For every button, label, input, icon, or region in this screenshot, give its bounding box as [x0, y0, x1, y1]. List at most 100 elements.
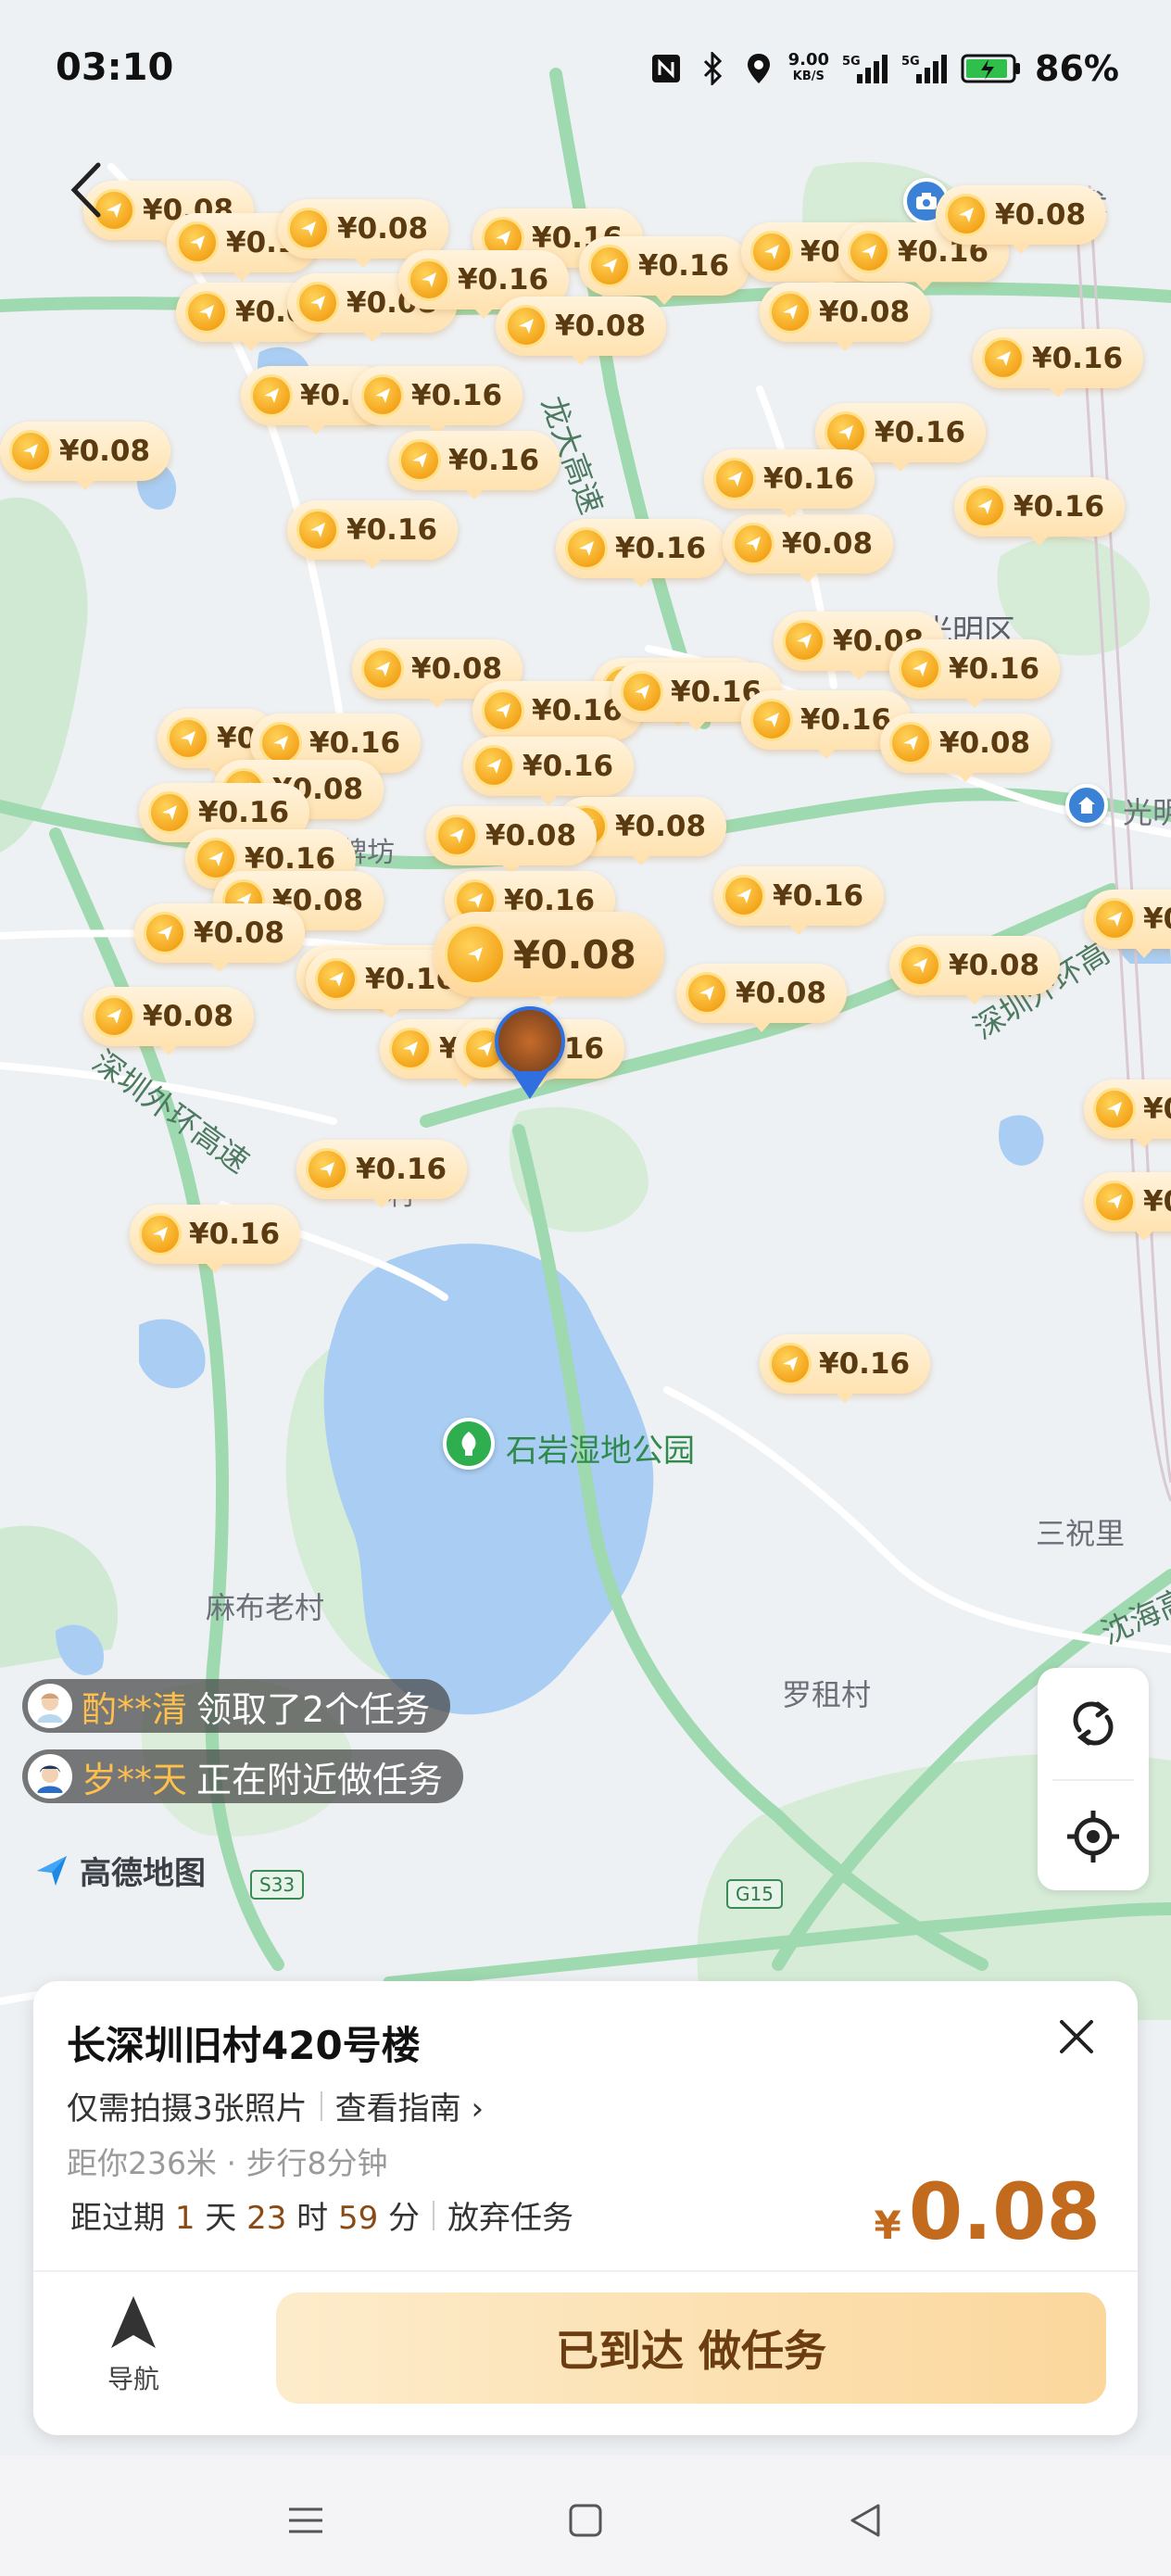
task-price-bubble[interactable]: ¥0.16: [760, 1334, 931, 1403]
signal2-label: 5G: [901, 55, 920, 69]
coin-icon: [315, 958, 358, 1001]
map-label-guangming: 光明: [1123, 795, 1171, 830]
refresh-button[interactable]: [1038, 1668, 1149, 1779]
coin-icon: [259, 722, 302, 764]
task-price-bubble[interactable]: ¥0.08: [723, 514, 894, 583]
menu-icon: [289, 2507, 322, 2533]
menu-button[interactable]: [278, 2493, 334, 2548]
coin-icon: [621, 671, 663, 713]
task-price-bubble[interactable]: ¥0.08: [426, 806, 598, 875]
task-price-bubble[interactable]: ¥0.16: [579, 236, 750, 305]
expiry-minutes: 59: [337, 2200, 379, 2237]
coin-icon: [93, 995, 135, 1038]
coin-icon: [389, 1028, 432, 1070]
task-price-bubble[interactable]: ¥0.16: [556, 519, 727, 587]
coin-icon: [565, 527, 608, 570]
nfc-icon: [649, 51, 683, 86]
home-button[interactable]: [558, 2493, 613, 2548]
coin-icon: [445, 924, 506, 985]
task-price-bubble[interactable]: ¥0: [1084, 1080, 1171, 1148]
task-price: ¥0.08: [411, 652, 503, 686]
task-price-bubble[interactable]: ¥0.08: [760, 283, 931, 351]
coin-icon: [287, 208, 330, 250]
amap-logo-text: 高德地图: [80, 1855, 206, 1892]
task-price: ¥0.16: [411, 379, 503, 412]
task-price-bubble[interactable]: ¥0.08: [880, 713, 1051, 782]
user-avatar-location-icon[interactable]: [495, 1006, 565, 1077]
task-detail-card: 长深圳旧村420号楼 仅需拍摄3张照片 查看指南 › 距你236米 · 步行8分…: [33, 1981, 1138, 2435]
task-price: ¥0.16: [346, 513, 438, 547]
task-price-bubble[interactable]: ¥0.16: [889, 639, 1061, 708]
home-square-icon: [569, 2504, 602, 2537]
task-price-bubble[interactable]: ¥0.08: [889, 936, 1061, 1004]
task-price-bubble[interactable]: ¥0.08: [676, 964, 848, 1032]
card-divider: [33, 2270, 1138, 2272]
task-price-bubble[interactable]: ¥0.16: [130, 1205, 301, 1273]
locate-button[interactable]: [1038, 1781, 1149, 1892]
selected-task-bubble[interactable]: ¥0.08: [434, 912, 664, 1006]
abandon-task-button[interactable]: 放弃任务: [447, 2192, 573, 2238]
activity-ticker-2: 岁**天 正在附近做任务: [22, 1749, 464, 1803]
task-price-bubble[interactable]: ¥0.08: [134, 903, 306, 972]
task-price: ¥0.16: [875, 416, 966, 449]
coin-icon: [148, 791, 191, 834]
task-price-bubble[interactable]: ¥0.16: [954, 477, 1126, 546]
reward-amount: 0.08: [908, 2166, 1101, 2257]
task-price: ¥0.16: [773, 879, 864, 913]
task-price-bubble[interactable]: ¥0.08: [83, 987, 255, 1055]
bluetooth-icon: [696, 51, 729, 86]
coin-icon: [472, 745, 515, 788]
net-speed-unit: KB/S: [792, 69, 825, 83]
expiry-days-unit: 天: [205, 2200, 237, 2237]
task-price-bubble[interactable]: ¥0.16: [463, 737, 635, 805]
battery-charging-icon: [961, 51, 1022, 86]
currency-symbol: ¥: [874, 2203, 901, 2248]
navigation-arrow-icon: [111, 2296, 156, 2348]
task-price-bubble[interactable]: ¥0.16: [389, 431, 560, 499]
task-price: ¥0.16: [356, 1153, 447, 1186]
poi-transit-icon[interactable]: [1065, 784, 1108, 827]
coin-icon: [945, 194, 988, 236]
back-button[interactable]: [57, 158, 113, 222]
coin-icon: [899, 944, 941, 987]
task-price-bubble[interactable]: ¥0.08: [496, 297, 667, 365]
close-button[interactable]: [1049, 2009, 1104, 2065]
task-price-bubble[interactable]: ¥0: [1084, 1172, 1171, 1241]
navigate-button[interactable]: 导航: [87, 2294, 180, 2415]
selected-task-price: ¥0.08: [513, 931, 636, 978]
divider: [320, 2090, 322, 2121]
activity-ticker-1: 酌**清 领取了2个任务: [22, 1679, 451, 1733]
task-price-bubble[interactable]: ¥0.08: [0, 422, 171, 490]
coin-icon: [769, 291, 812, 334]
coin-icon: [723, 875, 765, 917]
task-price-bubble[interactable]: ¥0.16: [973, 329, 1144, 398]
back-triangle-icon: [850, 2504, 880, 2537]
coin-icon: [306, 1148, 348, 1191]
task-price: ¥0.08: [485, 819, 577, 852]
coin-icon: [1093, 1088, 1136, 1130]
task-price: ¥0.16: [458, 263, 549, 297]
arrived-do-task-button[interactable]: 已到达 做任务: [276, 2292, 1106, 2404]
task-price-bubble[interactable]: ¥0.16: [296, 1140, 468, 1208]
task-price-bubble[interactable]: ¥0.16: [704, 449, 875, 518]
status-icons: 9.00 KB/S 5G 5G 86%: [649, 48, 1119, 89]
coin-icon: [185, 291, 228, 334]
task-price-bubble[interactable]: ¥0: [1084, 890, 1171, 958]
coin-icon: [732, 523, 774, 565]
coin-icon: [963, 486, 1006, 528]
system-nav-bar: [0, 2456, 1171, 2576]
coin-icon: [250, 374, 293, 417]
back-nav-button[interactable]: [837, 2493, 893, 2548]
task-price: ¥0.16: [523, 750, 614, 783]
park-pin-icon[interactable]: [443, 1418, 495, 1470]
task-price: ¥0.08: [143, 1000, 234, 1033]
task-price-bubble[interactable]: ¥0.16: [713, 866, 885, 935]
task-price-bubble[interactable]: ¥0.16: [352, 366, 523, 435]
signal-5g-icon-2: 5G: [901, 51, 948, 86]
map-label-sanzhuli: 三祝里: [1036, 1516, 1126, 1551]
map-controls: [1038, 1668, 1149, 1890]
view-guide-link[interactable]: 查看指南 ›: [335, 2083, 484, 2128]
task-price-bubble[interactable]: ¥0.16: [287, 500, 459, 569]
task-price-bubble[interactable]: ¥0.08: [936, 185, 1107, 254]
user-location-arrow-icon: [511, 1071, 548, 1099]
